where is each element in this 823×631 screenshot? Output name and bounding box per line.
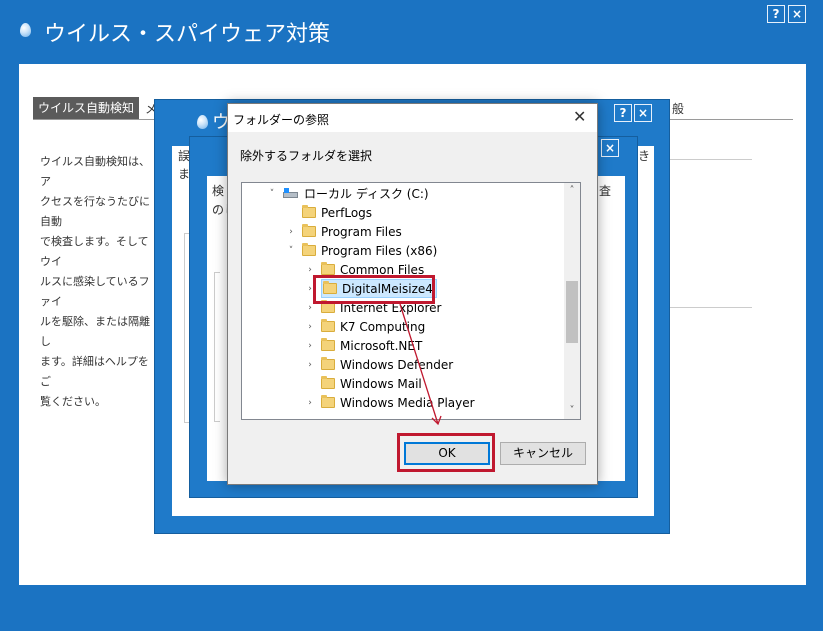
annotation-arrow <box>399 303 442 426</box>
desktop-background: { "app": { "title": "ウイルス・スパイウェア対策", "he… <box>0 0 823 631</box>
